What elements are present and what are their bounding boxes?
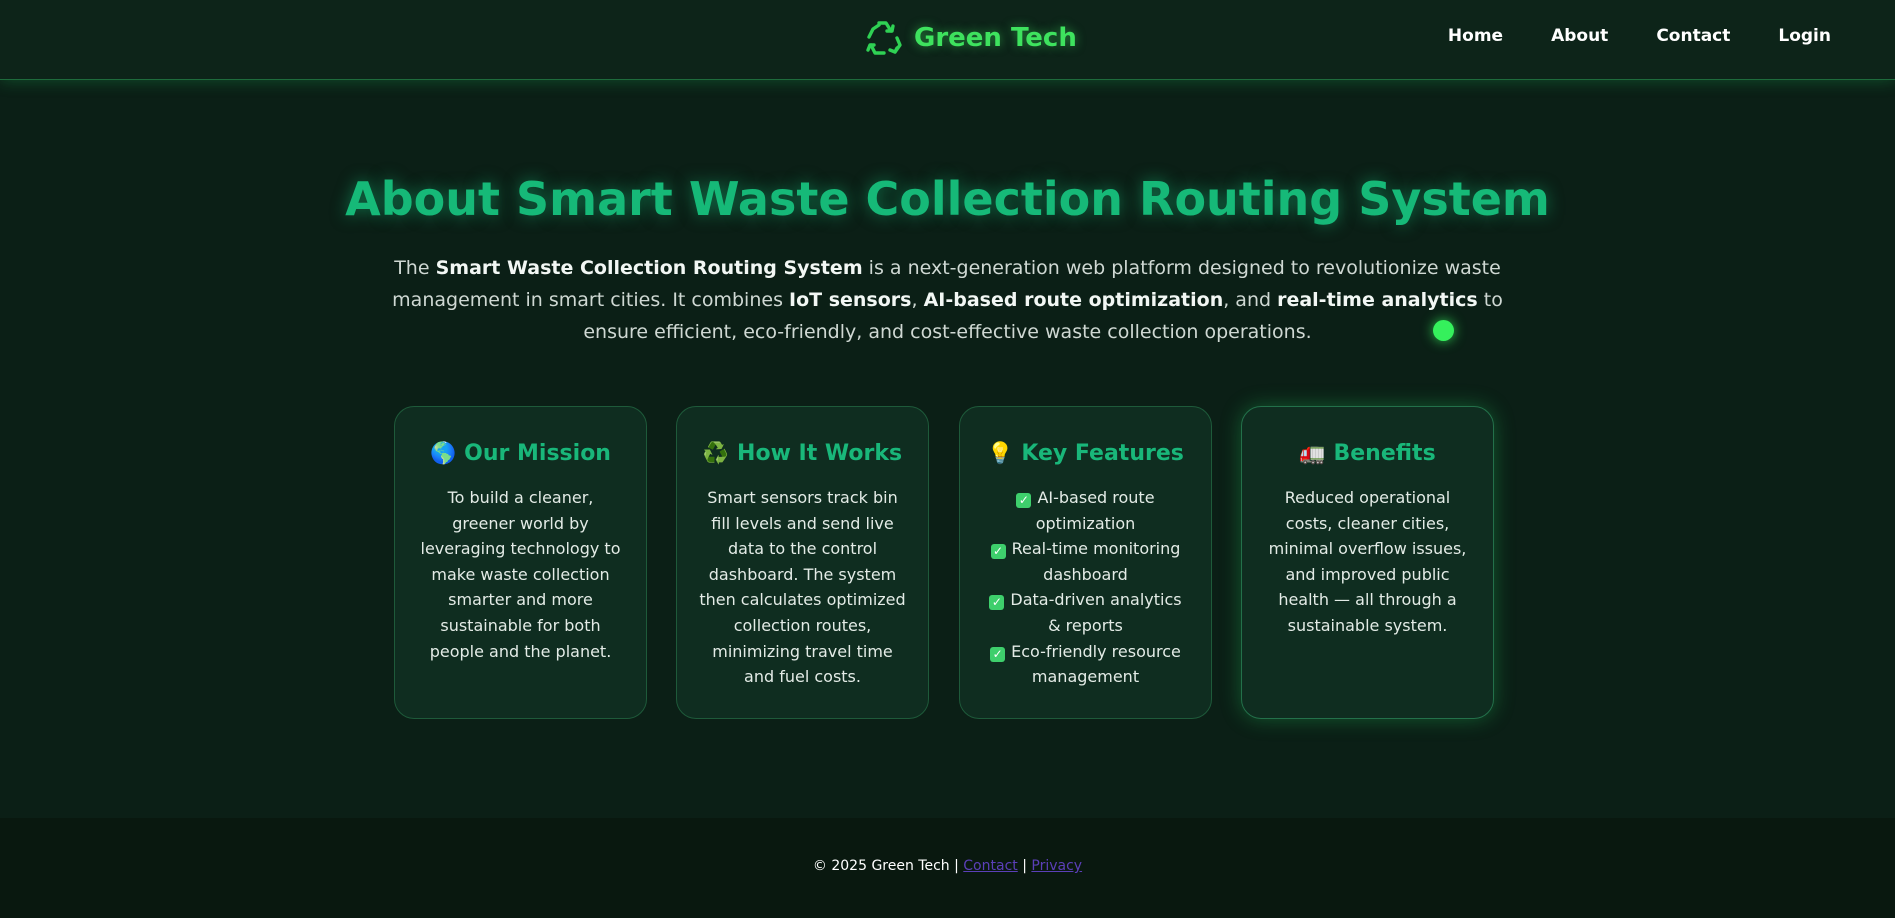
- card-title: 💡 Key Features: [982, 435, 1189, 471]
- card-body: To build a cleaner, greener world by lev…: [420, 488, 621, 661]
- page-title: About Smart Waste Collection Routing Sys…: [345, 172, 1550, 226]
- intro-paragraph: The Smart Waste Collection Routing Syste…: [392, 252, 1503, 348]
- checkmark-icon: ✓: [990, 646, 1006, 662]
- card-benefits: 🚛 Benefits Reduced operational costs, cl…: [1241, 406, 1494, 719]
- brand-home-link[interactable]: Green Tech: [862, 16, 1077, 60]
- checkmark-icon: ✓: [1016, 493, 1032, 508]
- footer-separator: |: [949, 858, 964, 874]
- card-body: Reduced operational costs, cleaner citie…: [1268, 488, 1467, 635]
- footer-contact-link[interactable]: Contact: [963, 858, 1017, 874]
- copyright-text: © 2025 Green Tech: [812, 858, 950, 874]
- feature-text: AI-based route optimization: [1035, 488, 1155, 533]
- card-title-text: Key Features: [1021, 440, 1184, 466]
- card-our-mission: 🌎 Our Mission To build a cleaner, greene…: [394, 406, 647, 719]
- site-header: Green Tech Home About Contact Login: [0, 0, 1895, 80]
- feature-text: Real-time monitoring dashboard: [1011, 539, 1181, 584]
- intro-bold-analytics: real-time analytics: [1277, 289, 1478, 311]
- card-how-it-works: ♻️ How It Works Smart sensors track bin …: [676, 406, 929, 719]
- intro-bold-iot: IoT sensors: [789, 289, 912, 311]
- card-title: ♻️ How It Works: [699, 435, 906, 471]
- footer-text: © 2025 Green Tech | Contact | Privacy: [0, 858, 1895, 874]
- feature-item: ✓ Data-driven analytics & reports: [982, 587, 1189, 638]
- nav-contact-link[interactable]: Contact: [1656, 26, 1730, 46]
- truck-icon: 🚛: [1299, 440, 1326, 465]
- intro-text: The: [394, 257, 436, 279]
- checkmark-icon: ✓: [989, 595, 1005, 611]
- intro-text: , and: [1223, 289, 1278, 311]
- brand-name: Green Tech: [914, 23, 1077, 53]
- feature-item: ✓ Eco-friendly resource management: [982, 639, 1189, 690]
- recycle-icon: [862, 17, 904, 59]
- checkmark-icon: ✓: [990, 544, 1006, 560]
- lightbulb-icon: 💡: [987, 440, 1014, 465]
- card-title-text: How It Works: [737, 440, 903, 466]
- card-title-text: Our Mission: [464, 440, 611, 466]
- intro-text: ,: [911, 289, 924, 311]
- card-title-text: Benefits: [1333, 440, 1436, 466]
- footer-separator: |: [1017, 858, 1032, 874]
- nav-login-link[interactable]: Login: [1778, 26, 1831, 46]
- feature-list: ✓ AI-based route optimization ✓ Real-time …: [982, 485, 1189, 690]
- decorative-glow-dot: [1433, 320, 1454, 341]
- nav-about-link[interactable]: About: [1551, 26, 1608, 46]
- recycle-icon: ♻️: [702, 440, 730, 465]
- about-page: Green Tech Home About Contact Login Abou…: [0, 0, 1895, 918]
- main-nav: Home About Contact Login: [1448, 26, 1831, 46]
- intro-bold-system: Smart Waste Collection Routing System: [435, 257, 863, 279]
- footer-privacy-link[interactable]: Privacy: [1031, 858, 1082, 874]
- card-title: 🌎 Our Mission: [417, 435, 624, 471]
- feature-item: ✓ AI-based route optimization: [982, 485, 1189, 536]
- intro-bold-ai: AI-based route optimization: [923, 289, 1224, 311]
- globe-icon: 🌎: [430, 440, 457, 465]
- nav-home-link[interactable]: Home: [1448, 26, 1503, 46]
- feature-text: Data-driven analytics & reports: [1010, 590, 1182, 635]
- card-body: Smart sensors track bin fill levels and …: [699, 488, 906, 687]
- feature-item: ✓ Real-time monitoring dashboard: [982, 536, 1189, 587]
- feature-text: Eco-friendly resource management: [1011, 641, 1181, 687]
- card-title: 🚛 Benefits: [1264, 435, 1471, 471]
- card-key-features: 💡 Key Features ✓ AI-based route optimizat…: [959, 406, 1212, 719]
